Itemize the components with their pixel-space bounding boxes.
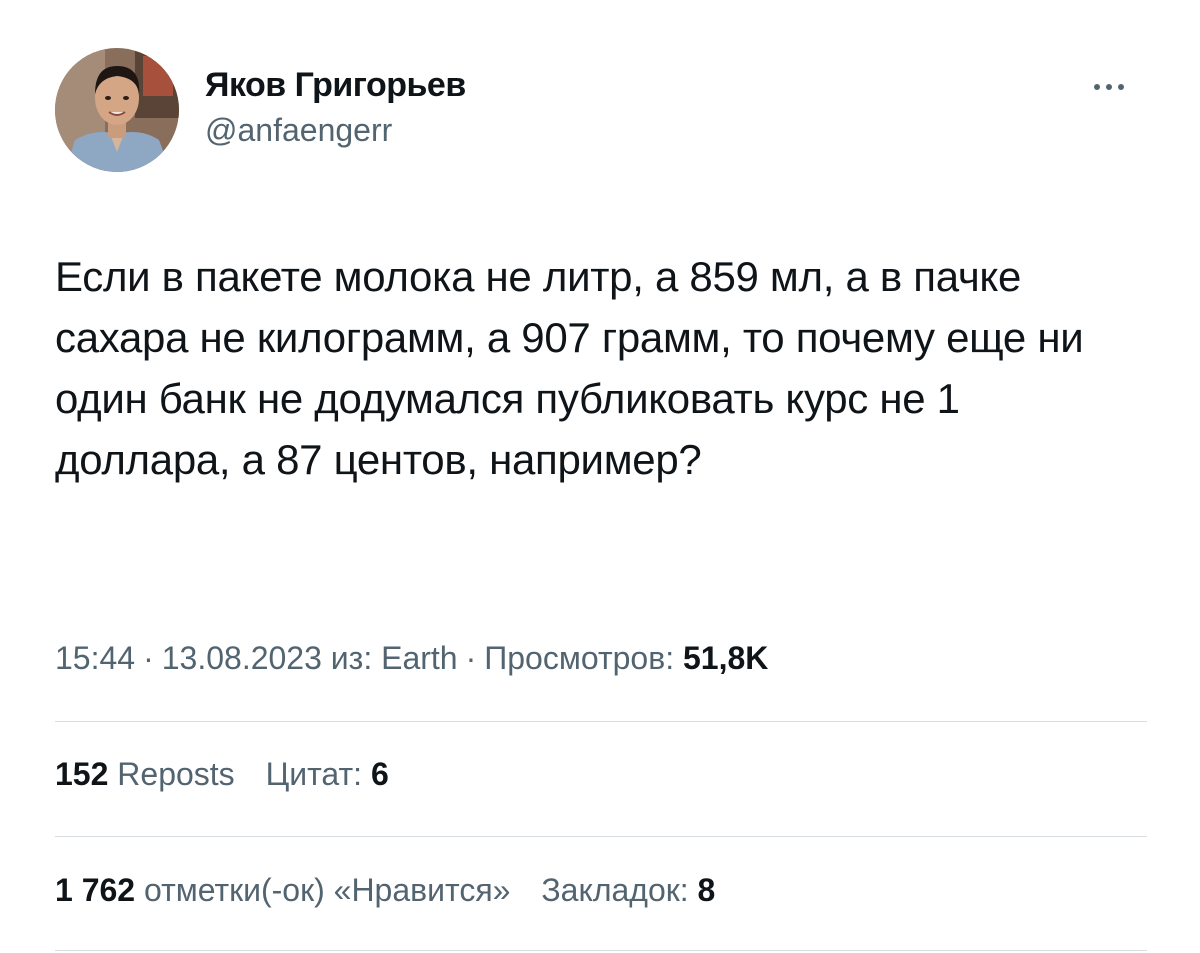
likes-stat[interactable]: 1 762 отметки(-ок) «Нравится»: [55, 872, 510, 909]
more-horizontal-icon: [1094, 84, 1124, 90]
quotes-label: Цитат:: [265, 756, 363, 792]
quotes-count: 6: [370, 756, 389, 792]
tweet-meta: 15:44 · 13.08.2023 из: Earth · Просмотров: 5…: [55, 640, 768, 677]
tweet-date[interactable]: 13.08.2023: [162, 640, 322, 676]
meta-separator: ·: [143, 640, 154, 676]
bookmarks-stat[interactable]: Закладок: 8: [541, 872, 715, 909]
views-label: Просмотров:: [484, 640, 675, 676]
author-display-name[interactable]: Яков Григорьев: [205, 66, 466, 105]
reposts-label: Reposts: [117, 756, 235, 792]
views-count: 51,8K: [682, 640, 769, 676]
avatar[interactable]: [55, 48, 179, 172]
meta-separator: ·: [465, 640, 477, 676]
quotes-stat[interactable]: Цитат: 6: [266, 756, 389, 793]
more-dot: [1118, 84, 1124, 90]
more-options-button[interactable]: [1094, 72, 1146, 102]
reposts-count: 152: [55, 756, 109, 792]
stats-row-reposts: 152 Reposts Цитат: 6: [55, 756, 411, 793]
tweet-source: Earth: [381, 640, 458, 676]
bookmarks-count: 8: [697, 872, 716, 908]
tweet-container: Яков Григорьев @anfaengerr Если в пакете…: [0, 0, 1200, 953]
tweet-text: Если в пакете молока не литр, а 859 мл, …: [55, 253, 1084, 483]
likes-label: отметки(-ок) «Нравится»: [143, 872, 511, 908]
divider: [55, 950, 1147, 951]
reposts-stat[interactable]: 152 Reposts: [55, 756, 235, 793]
source-prefix: из:: [330, 640, 373, 676]
stats-row-likes: 1 762 отметки(-ок) «Нравится» Закладок: …: [55, 872, 737, 909]
likes-count: 1 762: [55, 872, 136, 908]
divider: [55, 721, 1147, 722]
more-dot: [1106, 84, 1112, 90]
more-dot: [1094, 84, 1100, 90]
bookmarks-label: Закладок:: [541, 872, 689, 908]
profile-photo: [55, 48, 179, 172]
tweet-time[interactable]: 15:44: [55, 640, 135, 676]
author-handle[interactable]: @anfaengerr: [205, 112, 392, 149]
divider: [55, 836, 1147, 837]
